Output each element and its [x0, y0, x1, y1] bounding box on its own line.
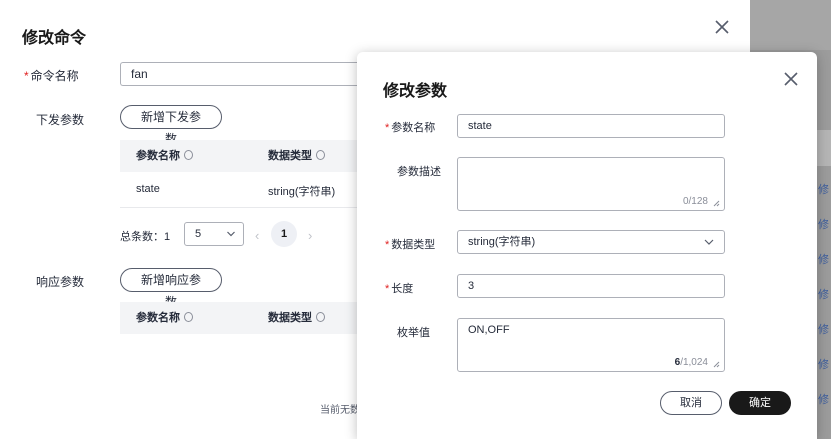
char-counter: 0/128 — [682, 196, 708, 207]
param-name-input[interactable]: state — [457, 114, 725, 138]
required-mark: * — [385, 283, 390, 295]
row-divider — [120, 207, 360, 208]
param-desc-label: 参数描述 — [397, 166, 441, 178]
edit-param-dialog: 修改参数 * 参数名称 state 参数描述 0/128 * 数据类型 string… — [357, 52, 817, 439]
add-down-param-button[interactable]: 新增下发参数 — [120, 105, 222, 146]
column-header-data-type[interactable]: 数据类型 — [268, 302, 325, 334]
close-icon[interactable] — [781, 69, 801, 89]
resize-handle-icon[interactable] — [713, 200, 720, 207]
resize-handle-icon[interactable] — [713, 361, 720, 368]
required-mark: * — [24, 69, 29, 83]
enum-label: 枚举值 — [397, 327, 430, 339]
page-size-select[interactable]: 5 — [184, 222, 244, 246]
data-type-value: string(字符串) — [468, 236, 536, 248]
required-mark: * — [385, 239, 390, 251]
sort-icon[interactable] — [184, 312, 193, 322]
length-input[interactable]: 3 — [457, 274, 725, 298]
prev-page-button[interactable]: ‹ — [255, 228, 259, 243]
confirm-button[interactable]: 确定 — [729, 391, 791, 415]
data-type-label: * 数据类型 — [385, 236, 435, 252]
sort-icon[interactable] — [184, 150, 193, 160]
resp-params-table-header: 参数名称 数据类型 — [120, 302, 360, 334]
required-mark: * — [385, 122, 390, 134]
background-edit-link[interactable]: 修 — [818, 251, 829, 267]
param-name-label: * 参数名称 — [385, 119, 435, 135]
dialog-title: 修改参数 — [383, 83, 448, 100]
param-name-label-text: 参数名称 — [391, 122, 436, 134]
command-name-label-text: 命令名称 — [30, 69, 79, 83]
down-params-table-header: 参数名称 数据类型 — [120, 140, 360, 172]
watermark: CSDN @真的啥也不会呀 — [641, 415, 797, 431]
column-header-text: 数据类型 — [268, 150, 312, 162]
chevron-down-icon — [227, 231, 235, 237]
char-counter-max: /1,024 — [680, 357, 708, 368]
background-edit-link[interactable]: 修 — [818, 216, 829, 232]
close-icon[interactable] — [712, 17, 732, 37]
enum-textarea[interactable]: ON,OFF 6/1,024 — [457, 318, 725, 372]
chevron-down-icon — [704, 239, 714, 245]
column-header-text: 参数名称 — [136, 312, 180, 324]
current-page-button[interactable]: 1 — [271, 221, 297, 247]
background-edit-link[interactable]: 修 — [818, 356, 829, 372]
column-header-param-name[interactable]: 参数名称 — [136, 302, 193, 334]
add-resp-param-button[interactable]: 新增响应参数 — [120, 268, 222, 309]
char-counter: 6/1,024 — [675, 357, 708, 368]
resp-params-label: 响应参数 — [36, 275, 85, 289]
data-type-select[interactable]: string(字符串) — [457, 230, 725, 254]
cell-param-name: state — [136, 183, 160, 195]
sort-icon[interactable] — [316, 150, 325, 160]
length-label-text: 长度 — [391, 283, 414, 295]
column-header-param-name[interactable]: 参数名称 — [136, 140, 193, 172]
cell-data-type: string(字符串) — [268, 186, 336, 198]
cancel-button[interactable]: 取消 — [660, 391, 722, 415]
pagination-total: 总条数：1 — [120, 231, 171, 243]
param-desc-textarea[interactable]: 0/128 — [457, 157, 725, 211]
command-name-label: * 命令名称 — [24, 67, 79, 84]
column-header-text: 参数名称 — [136, 150, 180, 162]
length-label: * 长度 — [385, 280, 413, 296]
background-edit-link[interactable]: 修 — [818, 181, 829, 197]
page-size-value: 5 — [195, 228, 202, 240]
dialog-title: 修改命令 — [22, 30, 87, 47]
background-edit-link[interactable]: 修 — [818, 321, 829, 337]
down-params-label: 下发参数 — [36, 113, 85, 127]
sort-icon[interactable] — [316, 312, 325, 322]
background-edit-link[interactable]: 修 — [818, 286, 829, 302]
enum-value: ON,OFF — [468, 324, 510, 336]
next-page-button[interactable]: › — [308, 228, 312, 243]
background-header-band — [750, 0, 831, 50]
empty-table-text: 当前无数 — [320, 405, 360, 416]
data-type-label-text: 数据类型 — [391, 239, 436, 251]
background-edit-link[interactable]: 修 — [818, 391, 829, 407]
column-header-text: 数据类型 — [268, 312, 312, 324]
command-name-input[interactable]: fan — [120, 62, 360, 86]
column-header-data-type[interactable]: 数据类型 — [268, 140, 325, 172]
